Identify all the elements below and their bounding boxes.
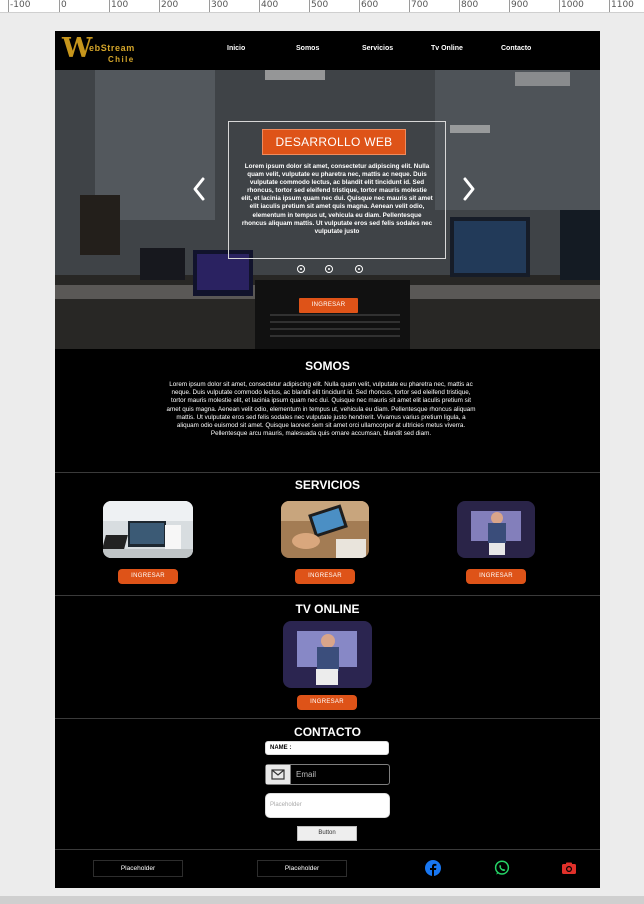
nav-item-somos[interactable]: Somos	[296, 45, 319, 52]
servicio-image-desarrollo[interactable]	[103, 501, 193, 558]
email-field[interactable]: Email	[265, 764, 390, 785]
camera-icon[interactable]	[561, 860, 577, 876]
ruler-label: 0	[61, 0, 67, 10]
horizontal-ruler: -100 0 100 200 300 400 500 600 700 800 9…	[0, 0, 644, 13]
page-canvas: W ebStream Chile Inicio Somos Servicios …	[55, 31, 600, 888]
somos-title: SOMOS	[305, 359, 350, 373]
name-field-label: NAME :	[270, 745, 292, 751]
nav-item-contacto[interactable]: Contacto	[501, 45, 531, 52]
ruler-label: 400	[261, 0, 279, 10]
ruler-label: 700	[411, 0, 429, 10]
hero-title: DESARROLLO WEB	[262, 129, 406, 155]
ruler-label: 500	[311, 0, 329, 10]
section-divider	[55, 849, 600, 850]
hero-carousel: DESARROLLO WEB Lorem ipsum dolor sit ame…	[55, 70, 600, 349]
email-placeholder: Email	[296, 770, 317, 779]
message-placeholder: Placeholder	[270, 802, 302, 808]
section-divider	[55, 595, 600, 596]
ruler-label: 1100	[611, 0, 634, 10]
logo-text-line1: ebStream	[89, 43, 135, 53]
brand-logo[interactable]: W ebStream Chile	[62, 34, 162, 68]
ruler-label: 200	[161, 0, 179, 10]
ruler-label: 300	[211, 0, 229, 10]
ruler-label: 100	[111, 0, 129, 10]
nav-item-tv-online[interactable]: Tv Online	[431, 45, 463, 52]
logo-mark: W	[62, 33, 93, 64]
carousel-indicator-2[interactable]	[325, 265, 333, 273]
tv-online-title: TV ONLINE	[295, 602, 360, 616]
whatsapp-icon[interactable]	[494, 860, 510, 876]
servicio-image-tablet[interactable]	[281, 501, 369, 558]
footer-field-2[interactable]: Placeholder	[257, 860, 347, 877]
nav-item-servicios[interactable]: Servicios	[362, 45, 393, 52]
footer-field-1[interactable]: Placeholder	[93, 860, 183, 877]
servicio-image-tv[interactable]	[457, 501, 535, 558]
hero-ingresar-button[interactable]: INGRESAR	[299, 298, 358, 313]
ruler-label: 600	[361, 0, 379, 10]
logo-text-line2: Chile	[108, 55, 135, 64]
tv-online-ingresar-button[interactable]: INGRESAR	[297, 695, 357, 710]
chevron-right-icon[interactable]	[460, 176, 478, 202]
facebook-icon[interactable]	[425, 860, 441, 876]
ruler-label: 1000	[561, 0, 584, 10]
top-navbar: W ebStream Chile Inicio Somos Servicios …	[55, 31, 600, 70]
section-divider	[55, 472, 600, 473]
ruler-label: -100	[10, 0, 31, 10]
ruler-label: 800	[461, 0, 479, 10]
submit-button[interactable]: Button	[297, 826, 357, 841]
servicio-ingresar-button-2[interactable]: INGRESAR	[295, 569, 355, 584]
servicio-ingresar-button-3[interactable]: INGRESAR	[466, 569, 526, 584]
contacto-title: CONTACTO	[294, 725, 361, 739]
ruler-label: 900	[511, 0, 529, 10]
nav-item-inicio[interactable]: Inicio	[227, 45, 245, 52]
tv-online-image[interactable]	[283, 621, 372, 688]
servicio-ingresar-button-1[interactable]: INGRESAR	[118, 569, 178, 584]
carousel-indicator-1[interactable]	[297, 265, 305, 273]
somos-description: Lorem ipsum dolor sit amet, consectetur …	[166, 381, 476, 438]
hero-description: Lorem ipsum dolor sit amet, consectetur …	[241, 163, 433, 235]
carousel-indicator-3[interactable]	[355, 265, 363, 273]
mail-icon	[266, 765, 291, 784]
section-divider	[55, 718, 600, 719]
message-field[interactable]: Placeholder	[265, 793, 390, 818]
servicios-title: SERVICIOS	[294, 478, 361, 492]
name-field[interactable]: NAME :	[265, 741, 389, 755]
chevron-left-icon[interactable]	[190, 176, 208, 202]
bottom-scrollbar[interactable]	[0, 896, 644, 904]
